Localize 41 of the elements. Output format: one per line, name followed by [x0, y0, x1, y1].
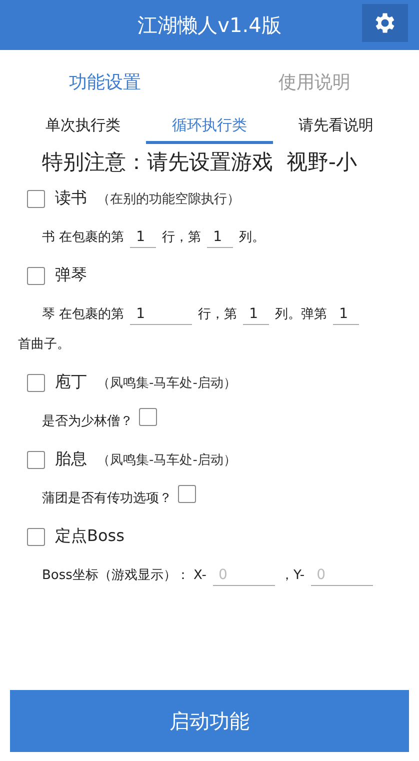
option-note: （凤鸣集-马车处-启动）: [97, 374, 236, 392]
option-label: 弹琴: [55, 265, 87, 286]
row-text: 蒲团是否有传功选项？: [42, 490, 172, 508]
row-text: 行，第: [198, 306, 238, 324]
sub-tab[interactable]: 请先看说明: [272, 112, 399, 144]
input-field[interactable]: 1: [207, 226, 234, 248]
option-label: 庖丁: [55, 372, 87, 393]
row-text: Boss坐标（游戏显示）： X-: [42, 567, 206, 585]
tab[interactable]: 功能设置: [0, 66, 210, 98]
checkbox[interactable]: [27, 190, 45, 208]
row-text: 列。弹第: [275, 306, 328, 324]
option-note: （凤鸣集-马车处-启动）: [97, 452, 236, 468]
row-text: 列。: [239, 229, 266, 247]
row-text: 琴 在包裹的第: [42, 306, 124, 324]
row-text: 书 在包裹的第: [42, 229, 124, 247]
checkbox[interactable]: [27, 374, 45, 392]
row-text: ，Y-: [280, 567, 305, 585]
input-field[interactable]: 1: [243, 303, 270, 326]
input-field[interactable]: 0: [310, 564, 373, 586]
checkbox[interactable]: [139, 408, 157, 426]
input-field[interactable]: 1: [130, 226, 156, 248]
input-field[interactable]: 1: [130, 303, 192, 326]
row-text: 行，第: [162, 229, 202, 247]
notice-text: 特别注意：请先设置游戏 视野-小: [42, 149, 358, 176]
option-label: 定点Boss: [55, 526, 124, 547]
start-button[interactable]: 启动功能: [10, 690, 409, 752]
input-field[interactable]: 1: [333, 303, 360, 326]
checkbox[interactable]: [178, 485, 196, 503]
row-text: 首曲子。: [18, 336, 70, 354]
row-text: 是否为少林僧？: [42, 413, 133, 431]
checkbox[interactable]: [27, 450, 45, 468]
checkbox[interactable]: [27, 266, 45, 284]
option-note: （在别的功能空隙执行）: [97, 190, 240, 208]
option-label: 读书: [55, 188, 87, 209]
input-field[interactable]: 0: [212, 564, 274, 586]
settings-button[interactable]: [362, 4, 408, 42]
checkbox[interactable]: [27, 528, 45, 546]
sub-tab[interactable]: 单次执行类: [20, 112, 146, 144]
app-title: 江湖懒人v1.4版: [138, 12, 282, 38]
sub-tab[interactable]: 循环执行类: [146, 112, 273, 144]
option-label: 胎息: [55, 449, 87, 470]
